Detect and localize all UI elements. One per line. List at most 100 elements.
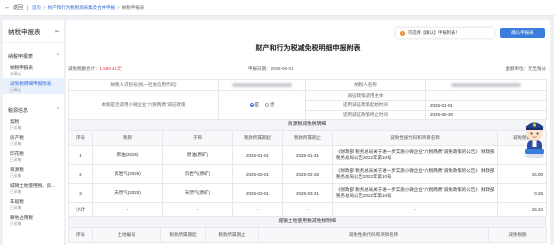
- policy-subject-value: [425, 90, 547, 101]
- taxpayer-id-label: 纳税人识别号(统一社会信用代码): [68, 79, 219, 91]
- policy-radio-no[interactable]: 否: [265, 102, 275, 108]
- chevron-up-icon: ^: [56, 107, 59, 113]
- sidebar-item-label: 减免税明细申报附表: [10, 81, 52, 86]
- sidebar-item-tax-source[interactable]: 资源税 已采集: [3, 164, 64, 180]
- cell-sub-item: -: [162, 202, 233, 217]
- table-row: 2 页岩气(2025) 页岩气(原矿) 2025-02-01 2025-02-2…: [68, 164, 547, 184]
- top-bar: ← 返回 首页 > 财产和行为税税源采集及合并申报 > 纳税申报表: [0, 0, 554, 16]
- sidebar-item-status: 已采集: [10, 190, 22, 194]
- warning-icon: !: [400, 30, 405, 36]
- sidebar-item-status: 已采集: [10, 206, 22, 210]
- policy-radio-yes[interactable]: 是: [249, 102, 260, 108]
- sidebar-item-label: 耕地占用税: [10, 215, 33, 220]
- table-row: 3 天然气(2025) 天然气(原矿) 2025-03-01 2025-03-3…: [68, 183, 547, 203]
- cell-relief-policy: 《财政部 税务总局关于进一步实施小微企业“六税两费”减免政策的公告》 财政部 税…: [332, 164, 498, 184]
- sidebar-item-tax-source[interactable]: 契税 已采集: [3, 116, 64, 132]
- sidebar-item-tax-source[interactable]: 房产税 已采集: [3, 132, 64, 148]
- sidebar-item-tax-source[interactable]: 耕地占用税 已采集: [3, 212, 64, 228]
- sidebar-item-status: 未确认: [10, 72, 22, 76]
- sidebar-item-status: 已采集: [10, 158, 22, 162]
- declaration-date-value: 2025-06-01: [270, 66, 294, 71]
- page-title: 财产和行为税减免税明细申报附表: [255, 45, 361, 52]
- column-header: 减免性质代码和项目名称: [258, 227, 489, 243]
- column-header: 减免性质代码和项目名称: [332, 130, 498, 146]
- section-title-resource-tax: 资源税减免税明细: [68, 120, 546, 130]
- cell-seq: 3: [68, 183, 93, 203]
- cell-period-end: -: [282, 202, 333, 217]
- radio-circle-icon: [249, 103, 254, 107]
- table-header-row: 序号 土地编号 税款所属期起 税款所属期止 减免性质代码和项目名称 减免税额: [68, 227, 547, 243]
- sidebar-section-label: 税源信息: [8, 107, 29, 114]
- column-header: 减免税额: [488, 227, 547, 243]
- sidebar-title: 纳税申报表: [8, 29, 41, 36]
- sidebar-item-tax-source[interactable]: 印花税 已采集: [3, 148, 64, 164]
- cell-tax-item: 页岩气(2025): [92, 164, 163, 184]
- radio-label: 是: [254, 102, 260, 107]
- radio-circle-icon: [265, 103, 269, 107]
- declaration-date: 申报日期：2025-06-01: [248, 66, 294, 72]
- column-header: 税目: [92, 130, 163, 146]
- collapse-sidebar-icon[interactable]: ⇤: [55, 28, 60, 35]
- cell-sub-item: 天然气(原矿): [162, 183, 233, 203]
- table-header-row: 序号 税目 子目 税款所属期起 税款所属期止 减免性质代码和项目名称 减免税额: [68, 130, 547, 146]
- section-title-land-use-tax: 城镇土地使用税减免税明细: [68, 217, 546, 227]
- cell-period-start: 2025-03-01: [232, 183, 283, 203]
- back-button[interactable]: ← 返回: [4, 4, 23, 11]
- sidebar-section-declaration[interactable]: 纳税申报表 ^: [3, 50, 64, 62]
- cell-period-start: 2025-01-01: [232, 145, 283, 165]
- subtotal-row: 小计 - - - - - 15.34: [68, 202, 547, 217]
- policy-start-label: 适用减征政策起始时间: [305, 100, 426, 111]
- sidebar-item-declaration-form[interactable]: 纳税申报表 未确认: [3, 62, 64, 78]
- declaration-tables: 纳税人识别号(统一社会信用代码) 纳税人名称 本期是否适用小微企业“六税两费”减…: [68, 79, 547, 243]
- taxpayer-name-label: 纳税人名称: [305, 79, 426, 91]
- back-label: 返回: [13, 5, 24, 11]
- sidebar-item-label: 资源税: [10, 167, 24, 172]
- breadcrumb-current: 纳税申报表: [121, 4, 145, 10]
- cell-tax-item: 天然气(2025): [92, 183, 163, 203]
- column-header: 税款所属期止: [205, 227, 259, 243]
- sidebar-item-label: 印花税: [10, 151, 24, 156]
- sidebar-item-tax-source[interactable]: 车船税 已采集: [3, 196, 64, 212]
- sidebar-item-relief-schedule[interactable]: 减免税明细申报附表 已确认: [3, 78, 64, 94]
- cell-seq: 2: [68, 164, 93, 184]
- sidebar-item-status: 已采集: [10, 142, 22, 146]
- column-header: 子目: [162, 130, 233, 146]
- cell-relief-amount: 0.25: [497, 183, 547, 203]
- sidebar-item-status: 已采集: [10, 126, 22, 130]
- chevron-right-icon: >: [43, 5, 46, 10]
- sidebar-item-label: 房产税: [10, 135, 24, 140]
- cell-period-end: 2025-03-31: [282, 183, 333, 203]
- amount-unit: 金额单位：元至角分: [505, 66, 547, 71]
- arrow-left-icon: ←: [4, 4, 11, 11]
- declaration-date-label: 申报日期：: [248, 66, 271, 71]
- divider: [27, 4, 29, 11]
- cell-seq: 1: [68, 145, 93, 165]
- cell-period-start: -: [232, 202, 283, 217]
- cell-period-start: 2025-02-01: [232, 164, 283, 184]
- cell-relief-amount: 15.00: [497, 164, 547, 184]
- sidebar-section-tax-source[interactable]: 税源信息 ^: [3, 104, 64, 116]
- relief-total-value: 1,559.41元: [99, 66, 122, 71]
- sidebar-item-status: 已采集: [10, 174, 22, 178]
- sidebar-header: 纳税申报表 ⇤: [3, 20, 64, 43]
- cell-relief-policy: 《财政部 税务总局关于进一步实施小微企业“六税两费”减免政策的公告》 财政部 税…: [332, 145, 498, 165]
- sidebar-item-label: 契税: [10, 119, 20, 124]
- tax-assistant-mascot-icon[interactable]: [521, 116, 548, 160]
- column-header: 序号: [68, 227, 93, 243]
- policy-start-value: 2025-01-01: [425, 100, 547, 111]
- confirm-declaration-button[interactable]: 确认申报表: [500, 28, 545, 38]
- sidebar-item-tax-source[interactable]: 城镇土地使用税、房... 已采集: [3, 180, 64, 196]
- breadcrumb-home[interactable]: 首页: [32, 5, 41, 11]
- column-header: 税款所属期起: [160, 227, 206, 243]
- sidebar-item-status: 已确认: [10, 88, 22, 92]
- breadcrumb: 首页 > 财产和行为税税源采集及合并申报 > 纳税申报表: [32, 5, 144, 11]
- sidebar-item-label: 城镇土地使用税、房...: [10, 183, 56, 188]
- taxpayer-id-value: [218, 79, 306, 91]
- sidebar: 纳税申报表 ⇤ 纳税申报表 ^ 纳税申报表 未确认 减免税明细申报附表 已确认 …: [3, 20, 64, 245]
- cell-tax-item: -: [92, 202, 163, 217]
- policy-label: 本期是否适用小微企业“六税两费”减征政策: [68, 90, 219, 120]
- police-mascot-icon: [524, 122, 545, 159]
- resource-tax-relief-table: 序号 税目 子目 税款所属期起 税款所属期止 减免性质代码和项目名称 减免税额 …: [68, 130, 547, 217]
- breadcrumb-merge-declaration[interactable]: 财产和行为税税源采集及合并申报: [48, 5, 116, 11]
- redacted-value: [451, 82, 521, 87]
